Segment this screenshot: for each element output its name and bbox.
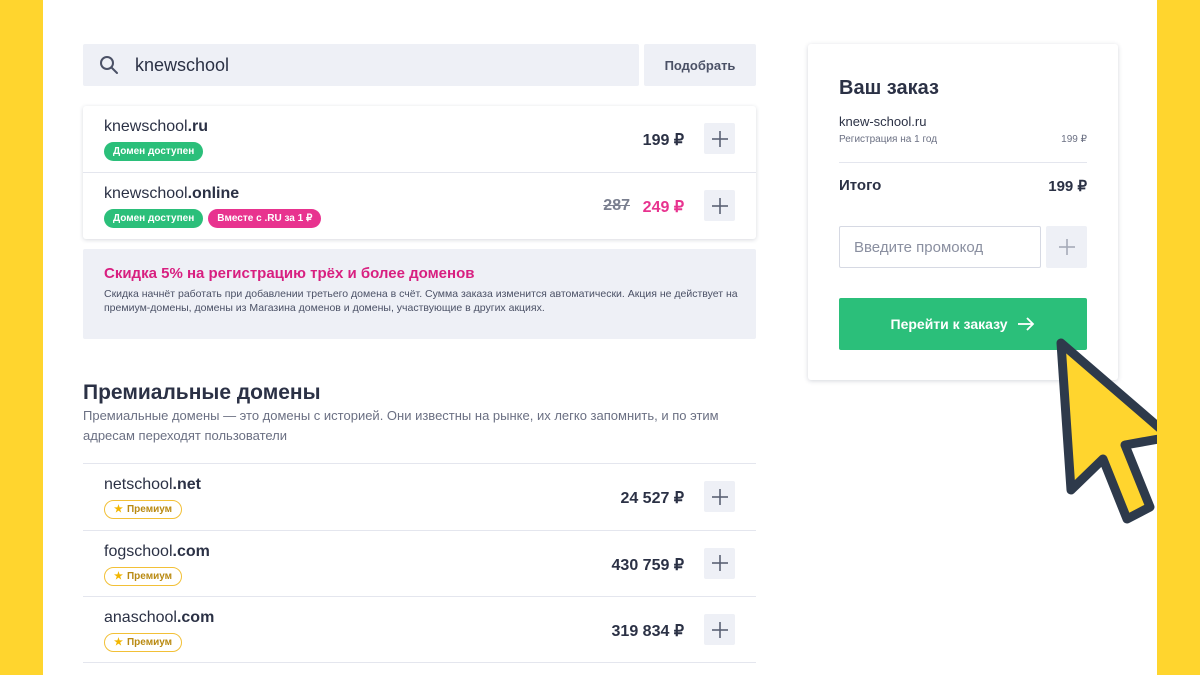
premium-badge: ★ Премиум	[104, 633, 183, 652]
plus-icon	[711, 488, 728, 505]
star-icon: ★	[114, 637, 123, 648]
badges: Домен доступен Вместе с .RU за 1 ₽	[104, 209, 322, 228]
apply-promo-button[interactable]	[1046, 226, 1087, 268]
checkout-button[interactable]: Перейти к заказу	[839, 298, 1087, 350]
result-row: knewschool.ru Домен доступен 199 ₽	[83, 106, 756, 172]
badges: ★ Премиум	[104, 566, 183, 586]
arrow-right-icon	[1018, 317, 1035, 331]
premium-badge-label: Премиум	[126, 504, 173, 515]
old-price: 287	[603, 197, 630, 214]
premium-row: anaschool.com ★ Премиум 319 834 ₽	[83, 596, 756, 663]
domain-name: knewschool.ru	[104, 118, 208, 136]
add-domain-button[interactable]	[704, 547, 735, 579]
discount-price: 249 ₽	[642, 199, 684, 216]
domain-tld: .com	[172, 542, 210, 560]
order-period: Регистрация на 1 год	[839, 134, 938, 145]
premium-badge-label: Премиум	[126, 637, 173, 648]
domain-tld: .net	[172, 476, 201, 493]
premium-badge-label: Премиум	[126, 570, 173, 582]
total-value: 199 ₽	[1048, 178, 1087, 195]
star-icon: ★	[114, 504, 123, 515]
divider	[839, 162, 1087, 163]
domain-base: knewschool	[104, 185, 188, 202]
star-icon: ★	[114, 570, 123, 582]
discount-info-box: Скидка 5% на регистрацию трёх и более до…	[83, 249, 756, 339]
badges: ★ Премиум	[104, 500, 183, 519]
search-input[interactable]	[135, 54, 615, 76]
domain-base: fogschool	[104, 542, 173, 560]
result-row: knewschool.online Домен доступен Вместе …	[83, 172, 756, 238]
discount-title: Скидка 5% на регистрацию трёх и более до…	[104, 265, 475, 282]
search-box[interactable]	[83, 44, 639, 86]
price: 199 ₽	[642, 132, 684, 149]
order-domain: knew-school.ru	[839, 114, 927, 129]
plus-icon	[711, 130, 728, 147]
order-title: Ваш заказ	[839, 77, 939, 99]
domain-name: knewschool.online	[104, 185, 239, 203]
premium-badge: ★ Премиум	[104, 566, 183, 586]
plus-icon	[711, 555, 728, 571]
badges: ★ Премиум	[104, 633, 183, 652]
plus-icon	[711, 197, 728, 214]
bundle-offer-badge: Вместе с .RU за 1 ₽	[208, 209, 322, 228]
pick-button[interactable]: Подобрать	[644, 44, 756, 86]
domain-tld: .online	[187, 185, 240, 202]
add-domain-button[interactable]	[704, 614, 735, 645]
add-domain-button[interactable]	[704, 481, 735, 512]
order-period-price: 199 ₽	[1061, 134, 1087, 145]
order-summary: Ваш заказ knew-school.ru Регистрация на …	[808, 44, 1118, 380]
domain-base: netschool	[104, 476, 173, 493]
cursor-pointer-icon	[1056, 338, 1157, 524]
price: 430 759 ₽	[611, 556, 684, 574]
promo-code-input[interactable]	[839, 226, 1041, 268]
price: 24 527 ₽	[620, 490, 684, 507]
premium-description: Премиальные домены — это домены с истори…	[83, 408, 719, 443]
premium-list: netschool.net ★ Премиум 24 527 ₽ fogschoo…	[83, 463, 756, 663]
search-icon	[83, 55, 135, 75]
domain-tld: .com	[176, 609, 215, 626]
price: 319 834 ₽	[611, 623, 684, 640]
available-badge: Домен доступен	[104, 142, 204, 161]
domain-name: anaschool.com	[104, 609, 214, 627]
plus-icon	[1058, 239, 1075, 255]
premium-badge: ★ Премиум	[104, 500, 183, 519]
discount-text: Скидка начнёт работать при добавлении тр…	[104, 288, 738, 314]
domain-name: fogschool.com	[104, 543, 210, 561]
total-label: Итого	[839, 177, 882, 194]
checkout-label: Перейти к заказу	[890, 316, 1008, 332]
add-domain-button[interactable]	[704, 190, 735, 221]
domain-base: knewschool	[104, 118, 188, 135]
available-badge: Домен доступен	[104, 209, 204, 228]
add-domain-button[interactable]	[704, 123, 735, 154]
plus-icon	[711, 621, 728, 638]
premium-row: netschool.net ★ Премиум 24 527 ₽	[83, 463, 756, 530]
domain-search-page: Подобрать knewschool.ru Домен доступен 1…	[43, 0, 1157, 675]
domain-base: anaschool	[104, 609, 177, 626]
domain-name: netschool.net	[104, 476, 201, 494]
badges: Домен доступен	[104, 142, 204, 161]
search-results: knewschool.ru Домен доступен 199 ₽ knews…	[83, 106, 756, 239]
premium-heading: Премиальные домены	[83, 381, 321, 404]
premium-row: fogschool.com ★ Премиум 430 759 ₽	[83, 529, 756, 597]
domain-tld: .ru	[187, 118, 209, 135]
